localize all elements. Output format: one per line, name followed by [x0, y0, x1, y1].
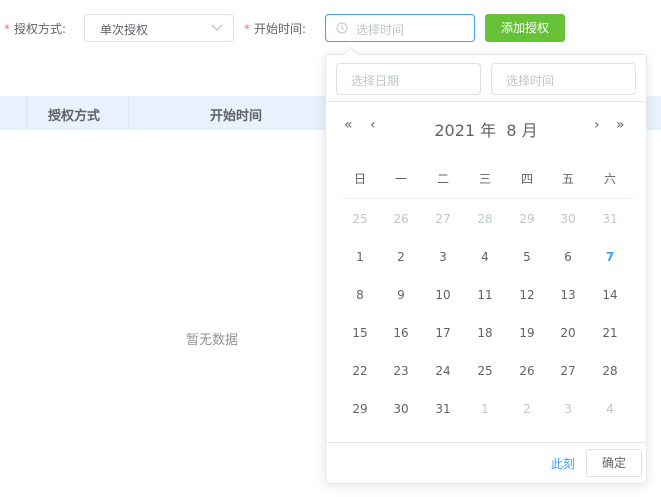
calendar-day[interactable]: 19 [513, 319, 541, 347]
auth-method-value: 单次授权 [100, 23, 149, 37]
calendar-day[interactable]: 6 [554, 243, 582, 271]
calendar-day[interactable]: 18 [471, 319, 499, 347]
calendar-day[interactable]: 9 [387, 281, 415, 309]
calendar-day[interactable]: 5 [513, 243, 541, 271]
picker-time-input[interactable]: 选择时间 [491, 63, 636, 95]
calendar-day[interactable]: 15 [346, 319, 374, 347]
calendar-day-other-month[interactable]: 30 [554, 205, 582, 233]
calendar-day[interactable]: 30 [387, 395, 415, 423]
calendar-day[interactable]: 24 [429, 357, 457, 385]
picker-date-input[interactable]: 选择日期 [336, 63, 481, 95]
weekday-label: 五 [561, 172, 574, 186]
table-empty-text: 暂无数据 [186, 333, 239, 348]
chevron-down-icon [211, 24, 223, 31]
calendar-day[interactable]: 27 [554, 357, 582, 385]
calendar-day-other-month[interactable]: 28 [471, 205, 499, 233]
calendar-day[interactable]: 2 [387, 243, 415, 271]
column-header-auth-method: 授权方式 [48, 109, 101, 124]
calendar-day-other-month[interactable]: 1 [471, 395, 499, 423]
column-divider [128, 96, 129, 130]
calendar-day[interactable]: 29 [346, 395, 374, 423]
auth-method-label: * 授权方式: [4, 20, 66, 37]
calendar-day[interactable]: 20 [554, 319, 582, 347]
calendar-day[interactable]: 17 [429, 319, 457, 347]
picker-footer-divider [326, 442, 646, 443]
picker-date-placeholder: 选择日期 [351, 74, 400, 88]
calendar-day-other-month[interactable]: 25 [346, 205, 374, 233]
weekday-header-row: 日 一 二 三 四 五 六 [342, 170, 634, 188]
calendar-day[interactable]: 8 [346, 281, 374, 309]
start-time-label: * 开始时间: [244, 20, 306, 37]
calendar-day[interactable]: 11 [471, 281, 499, 309]
calendar-day-other-month[interactable]: 29 [513, 205, 541, 233]
calendar-day-other-month[interactable]: 2 [513, 395, 541, 423]
add-authorization-button[interactable]: 添加授权 [485, 14, 565, 42]
weekday-label: 三 [478, 172, 491, 186]
confirm-button[interactable]: 确定 [586, 449, 642, 477]
start-time-label-text: 开始时间: [254, 22, 307, 36]
next-year-button[interactable]: » [616, 117, 625, 133]
calendar-day[interactable]: 23 [387, 357, 415, 385]
start-time-input[interactable]: 选择时间 [325, 14, 475, 42]
picker-header-divider [326, 101, 646, 102]
calendar-day[interactable]: 10 [429, 281, 457, 309]
calendar-day-other-month[interactable]: 26 [387, 205, 415, 233]
required-mark: * [4, 22, 10, 36]
picker-time-placeholder: 选择时间 [506, 74, 555, 88]
calendar-day-other-month[interactable]: 4 [596, 395, 624, 423]
next-month-button[interactable]: › [594, 117, 600, 133]
weekday-label: 一 [394, 172, 407, 186]
calendar-day-other-month[interactable]: 31 [596, 205, 624, 233]
now-button[interactable]: 此刻 [551, 455, 575, 472]
weekday-label: 六 [603, 172, 616, 186]
calendar-day[interactable]: 21 [596, 319, 624, 347]
calendar-day-other-month[interactable]: 27 [429, 205, 457, 233]
calendar-day[interactable]: 1 [346, 243, 374, 271]
calendar-day[interactable]: 25 [471, 357, 499, 385]
calendar-day[interactable]: 26 [513, 357, 541, 385]
weekday-label: 日 [353, 172, 366, 186]
clock-icon [336, 22, 348, 34]
start-time-placeholder: 选择时间 [356, 23, 405, 37]
auth-form: * 授权方式: 单次授权 * 开始时间: 选择时间 添加授权 [0, 14, 661, 42]
calendar-day[interactable]: 31 [429, 395, 457, 423]
calendar-day-grid: 25 26 27 28 29 30 31 1 2 3 4 5 6 7 8 9 10 11 12 13 14 15 16 17 1… [342, 205, 634, 435]
calendar-day[interactable]: 14 [596, 281, 624, 309]
required-mark: * [244, 22, 250, 36]
calendar-day-today[interactable]: 7 [596, 243, 624, 271]
weekday-label: 二 [436, 172, 449, 186]
datetime-picker-panel: 选择日期 选择时间 « ‹ 2021 年 8 月 › » 日 一 二 三 四 五… [325, 46, 647, 484]
column-divider [26, 96, 27, 130]
calendar-day[interactable]: 4 [471, 243, 499, 271]
weekday-divider [342, 198, 634, 199]
calendar-day[interactable]: 16 [387, 319, 415, 347]
calendar-day[interactable]: 12 [513, 281, 541, 309]
column-header-start-time: 开始时间 [210, 109, 263, 124]
popover-arrow [343, 46, 359, 62]
calendar-day[interactable]: 13 [554, 281, 582, 309]
calendar-day-other-month[interactable]: 3 [554, 395, 582, 423]
auth-method-label-text: 授权方式: [14, 22, 67, 36]
calendar-day[interactable]: 3 [429, 243, 457, 271]
calendar-day[interactable]: 22 [346, 357, 374, 385]
auth-method-select[interactable]: 单次授权 [84, 14, 234, 42]
page: * 授权方式: 单次授权 * 开始时间: 选择时间 添加授权 授权方式 开始时间 暂… [0, 0, 661, 497]
calendar-day[interactable]: 28 [596, 357, 624, 385]
weekday-label: 四 [520, 172, 533, 186]
